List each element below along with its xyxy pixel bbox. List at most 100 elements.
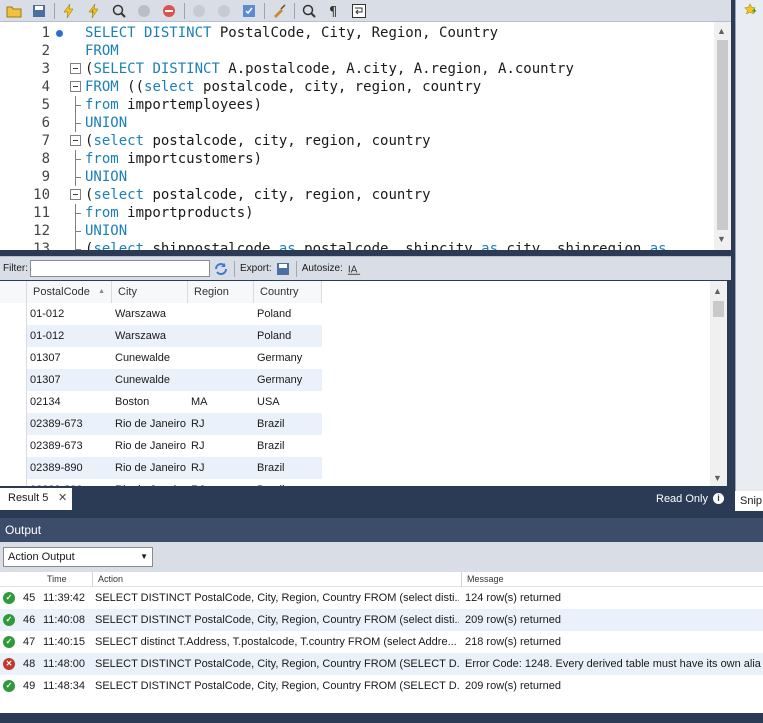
table-cell[interactable]: 02134: [27, 391, 112, 413]
export-icon[interactable]: [275, 261, 291, 277]
find-button[interactable]: [299, 2, 319, 20]
code-line[interactable]: UNION: [85, 114, 127, 132]
table-cell[interactable]: Germany: [254, 347, 322, 369]
fold-toggle-icon[interactable]: [70, 81, 81, 92]
fold-toggle-icon[interactable]: [70, 63, 81, 74]
table-cell[interactable]: RJ: [188, 479, 254, 486]
add-snippet-icon[interactable]: [742, 3, 758, 17]
editor-scrollbar[interactable]: ▲ ▼: [714, 22, 731, 250]
code-line[interactable]: (SELECT DISTINCT A.postalcode, A.city, A…: [85, 60, 574, 78]
execute-button[interactable]: [59, 2, 79, 20]
output-row[interactable]: ✓ 45 11:39:42 SELECT DISTINCT PostalCode, C…: [0, 587, 763, 609]
code-line[interactable]: UNION: [85, 222, 127, 240]
column-header-postalcode[interactable]: PostalCode ▲: [27, 281, 112, 303]
rollback-button[interactable]: [214, 2, 234, 20]
editor-scroll-thumb[interactable]: [717, 40, 728, 230]
table-cell[interactable]: RJ: [188, 457, 254, 479]
open-file-button[interactable]: [4, 2, 24, 20]
table-cell[interactable]: Cunewalde: [112, 347, 188, 369]
code-line[interactable]: UNION: [85, 168, 127, 186]
commit-button[interactable]: [189, 2, 209, 20]
table-row[interactable]: 01-012 Warszawa Poland: [27, 303, 322, 325]
invisible-chars-button[interactable]: ¶: [324, 2, 344, 20]
table-cell[interactable]: Rio de Janeiro: [112, 479, 188, 486]
row-selector[interactable]: [0, 413, 27, 435]
table-cell[interactable]: MA: [188, 391, 254, 413]
code-line[interactable]: FROM ((select postalcode, city, region, …: [85, 78, 481, 96]
column-header-time[interactable]: Time: [47, 574, 67, 584]
autosize-icon[interactable]: IA: [347, 262, 361, 276]
table-row[interactable]: 02389-890Rio de JaneiroRJBrazil: [27, 479, 322, 486]
table-cell[interactable]: 01307: [27, 347, 112, 369]
sql-editor[interactable]: 1 2 3 4 5 6 7 8 9 10 11 12 13 SELECT DISTINCT Postal…: [0, 22, 731, 250]
table-cell[interactable]: Brazil: [254, 457, 322, 479]
table-cell[interactable]: Rio de Janeiro: [112, 457, 188, 479]
table-cell[interactable]: Germany: [254, 369, 322, 391]
code-line[interactable]: (select postalcode, city, region, countr…: [85, 186, 431, 204]
table-cell[interactable]: [188, 369, 254, 391]
table-cell[interactable]: [188, 347, 254, 369]
row-selector[interactable]: [0, 325, 27, 347]
row-selector[interactable]: [0, 391, 27, 413]
wrap-lines-button[interactable]: [349, 2, 369, 20]
output-row[interactable]: ✕ 48 11:48:00 SELECT DISTINCT PostalCode, C…: [0, 653, 763, 675]
refresh-icon[interactable]: [213, 261, 229, 277]
row-selector[interactable]: [0, 347, 27, 369]
table-cell[interactable]: 02389-673: [27, 435, 112, 457]
beautify-button[interactable]: [269, 2, 289, 20]
table-row[interactable]: 01307 Cunewalde Germany: [27, 347, 322, 369]
table-cell[interactable]: Rio de Janeiro: [112, 413, 188, 435]
code-line[interactable]: from importemployees): [85, 96, 262, 114]
stop-button[interactable]: [134, 2, 154, 20]
tab-result-5[interactable]: Result 5 ✕: [0, 488, 72, 510]
table-cell[interactable]: RJ: [188, 435, 254, 457]
fold-toggle-icon[interactable]: [70, 189, 81, 200]
output-row[interactable]: ✓ 49 11:48:34 SELECT DISTINCT PostalCode, C…: [0, 675, 763, 697]
close-icon[interactable]: ✕: [58, 488, 67, 508]
table-cell[interactable]: Brazil: [254, 479, 322, 486]
table-row[interactable]: 02134 Boston MA USA: [27, 391, 322, 413]
table-cell[interactable]: USA: [254, 391, 322, 413]
column-header-action[interactable]: Action: [98, 574, 123, 584]
output-row[interactable]: ✓ 46 11:40:08 SELECT DISTINCT PostalCode, C…: [0, 609, 763, 631]
table-cell[interactable]: Warszawa: [112, 303, 188, 325]
column-header-city[interactable]: City: [112, 281, 188, 303]
table-cell[interactable]: Warszawa: [112, 325, 188, 347]
table-cell[interactable]: Poland: [254, 303, 322, 325]
table-cell[interactable]: RJ: [188, 413, 254, 435]
table-row[interactable]: 02389-890Rio de JaneiroRJBrazil: [27, 457, 322, 479]
table-cell[interactable]: 01-012: [27, 303, 112, 325]
save-button[interactable]: [29, 2, 49, 20]
code-line[interactable]: FROM: [85, 42, 119, 60]
code-line[interactable]: (select postalcode, city, region, countr…: [85, 132, 431, 150]
table-cell[interactable]: 01-012: [27, 325, 112, 347]
table-cell[interactable]: 02389-673: [27, 413, 112, 435]
autocommit-button[interactable]: [239, 2, 259, 20]
scroll-up-arrow-icon[interactable]: ▲: [717, 26, 726, 36]
execute-current-button[interactable]: I: [84, 2, 104, 20]
table-cell[interactable]: Cunewalde: [112, 369, 188, 391]
row-selector[interactable]: [0, 457, 27, 479]
table-cell[interactable]: Brazil: [254, 413, 322, 435]
table-cell[interactable]: 01307: [27, 369, 112, 391]
table-cell[interactable]: 02389-890: [27, 457, 112, 479]
grid-scroll-thumb[interactable]: [713, 301, 724, 317]
table-row[interactable]: 02389-673 Rio de Janeiro RJ Brazil: [27, 435, 322, 457]
column-header-region[interactable]: Region: [188, 281, 254, 303]
fold-toggle-icon[interactable]: [70, 135, 81, 146]
row-selector[interactable]: [0, 479, 27, 486]
result-grid[interactable]: PostalCode ▲ City Region Country 01-012 Wa…: [0, 281, 727, 486]
row-selector[interactable]: [0, 435, 27, 457]
scroll-up-arrow-icon[interactable]: ▲: [713, 286, 722, 296]
info-icon[interactable]: i: [713, 493, 724, 504]
output-type-select[interactable]: Action Output ▼: [3, 547, 153, 567]
table-cell[interactable]: 02389-890: [27, 479, 112, 486]
filter-input[interactable]: [30, 260, 210, 277]
output-row[interactable]: ✓ 47 11:40:15 SELECT distinct T.Address, T.…: [0, 631, 763, 653]
table-cell[interactable]: Rio de Janeiro: [112, 435, 188, 457]
code-line[interactable]: (select shippostalcode as postalcode, sh…: [85, 240, 667, 250]
table-row[interactable]: 01-012 Warszawa Poland: [27, 325, 322, 347]
explain-button[interactable]: [109, 2, 129, 20]
code-line[interactable]: SELECT DISTINCT PostalCode, City, Region…: [85, 24, 498, 42]
table-row[interactable]: 02389-673 Rio de Janeiro RJ Brazil: [27, 413, 322, 435]
